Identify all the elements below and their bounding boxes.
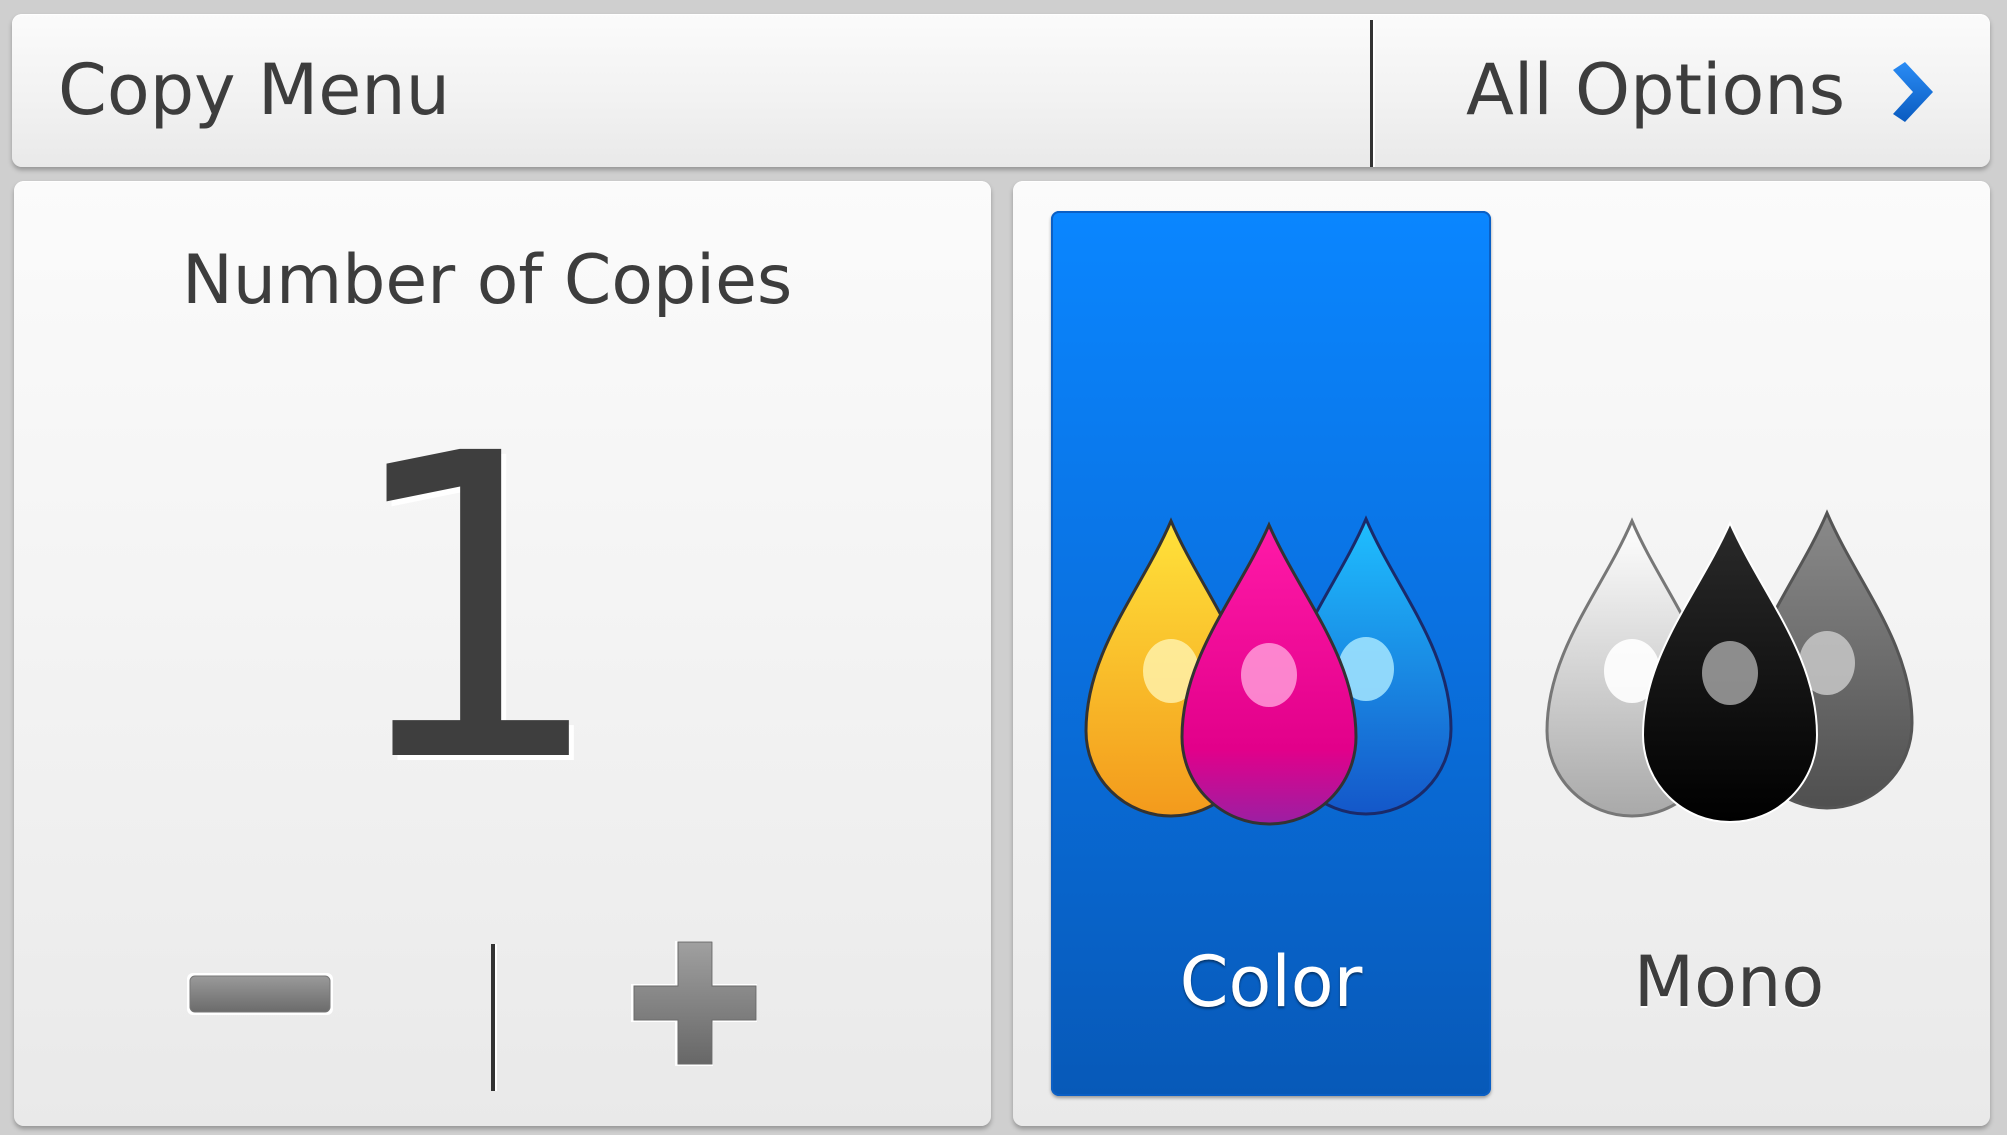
page-title: Copy Menu [58,49,451,131]
header-divider [1370,20,1373,167]
mono-ink-drops-icon [1545,509,1914,823]
copies-label: Number of Copies [182,241,793,320]
chevron-right-icon [1893,62,1933,122]
all-options-button[interactable]: All Options [1374,14,1990,167]
color-mode-panel: Color Mono [1013,181,1990,1126]
copies-value: 1 [340,366,608,855]
color-mode-label: Color [1179,941,1363,1023]
minus-icon [187,973,333,1015]
copies-panel: Number of Copies 1 [14,181,991,1126]
mono-mode-button[interactable]: Mono [1509,211,1949,1096]
mono-mode-label: Mono [1633,941,1825,1023]
plus-icon [631,941,757,1066]
color-mode-button[interactable]: Color [1051,211,1491,1096]
stepper-divider [491,944,495,1091]
header-bar: Copy Menu All Options [12,14,1990,167]
decrement-button[interactable] [124,941,384,1121]
color-ink-drops-icon [1084,515,1453,826]
increment-button[interactable] [594,941,854,1121]
all-options-label: All Options [1466,49,1846,131]
